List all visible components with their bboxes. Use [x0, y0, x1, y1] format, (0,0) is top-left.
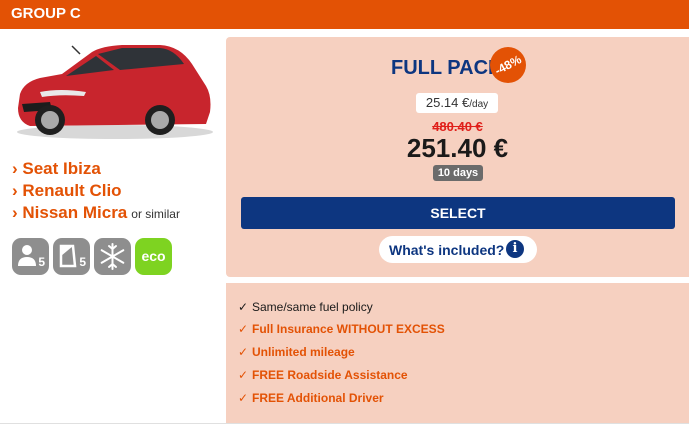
inclusion-text: Full Insurance WITHOUT EXCESS [252, 322, 445, 336]
whats-included-label: What's included? [389, 242, 505, 258]
inclusion-item: ✓ FREE Additional Driver [238, 391, 384, 405]
select-button[interactable]: SELECT [241, 197, 675, 229]
model-seat-ibiza: › Seat Ibiza [12, 159, 101, 178]
duration-badge: 10 days [433, 165, 483, 181]
offer-panel: FULL PACK -48% 25.14 €/day 480.40 € 251.… [226, 37, 689, 277]
info-icon[interactable]: i [506, 240, 524, 258]
inclusion-text: Unlimited mileage [252, 345, 355, 359]
group-header: GROUP C [0, 0, 689, 29]
ac-feature [94, 238, 131, 275]
seats-count: 5 [38, 255, 45, 269]
pack-name: FULL PACK [391, 57, 503, 79]
inclusion-item: ✓ FREE Roadside Assistance [238, 368, 408, 382]
total-price: 251.40 € [406, 133, 509, 163]
price-per-day: 25.14 €/day [416, 93, 498, 113]
model-list: › Seat Ibiza › Renault Clio › Nissan Mic… [12, 158, 180, 225]
group-title: GROUP C [11, 5, 81, 22]
per-day-suffix: /day [469, 99, 489, 110]
whats-included-button[interactable]: What's included? i [379, 236, 537, 263]
model-nissan-micra: › Nissan Micra [12, 203, 128, 222]
inclusion-item: ✓ Unlimited mileage [238, 345, 355, 359]
old-price: 480.40 € [432, 119, 483, 134]
inclusion-item: ✓ Same/same fuel policy [238, 300, 373, 314]
inclusion-item: ✓ Full Insurance WITHOUT EXCESS [238, 322, 445, 336]
similar-note: or similar [131, 207, 180, 221]
model-renault-clio: › Renault Clio [12, 181, 122, 200]
inclusion-text: FREE Roadside Assistance [252, 368, 408, 382]
model-nissan-micra-row: › Nissan Micra or similar [12, 202, 180, 225]
discount-badge: -48% [490, 47, 526, 83]
check-icon: ✓ [238, 345, 249, 359]
divider [0, 423, 689, 424]
check-icon: ✓ [238, 322, 249, 336]
inclusion-text: FREE Additional Driver [252, 391, 384, 405]
snowflake-icon [100, 243, 125, 270]
eco-badge: eco [135, 238, 172, 275]
car-image [10, 34, 216, 142]
discount-text: -48% [492, 52, 524, 78]
doors-feature: 5 [53, 238, 90, 275]
price-per-day-value: 25.14 € [425, 95, 470, 110]
eco-label: eco [141, 248, 166, 264]
inclusion-text: Same/same fuel policy [252, 300, 373, 314]
seats-feature: 5 [12, 238, 49, 275]
check-icon: ✓ [238, 391, 249, 405]
check-icon: ✓ [238, 300, 249, 314]
inclusions-panel: ✓ Same/same fuel policy ✓ Full Insurance W… [226, 283, 689, 423]
doors-count: 5 [79, 255, 86, 269]
check-icon: ✓ [238, 368, 249, 382]
